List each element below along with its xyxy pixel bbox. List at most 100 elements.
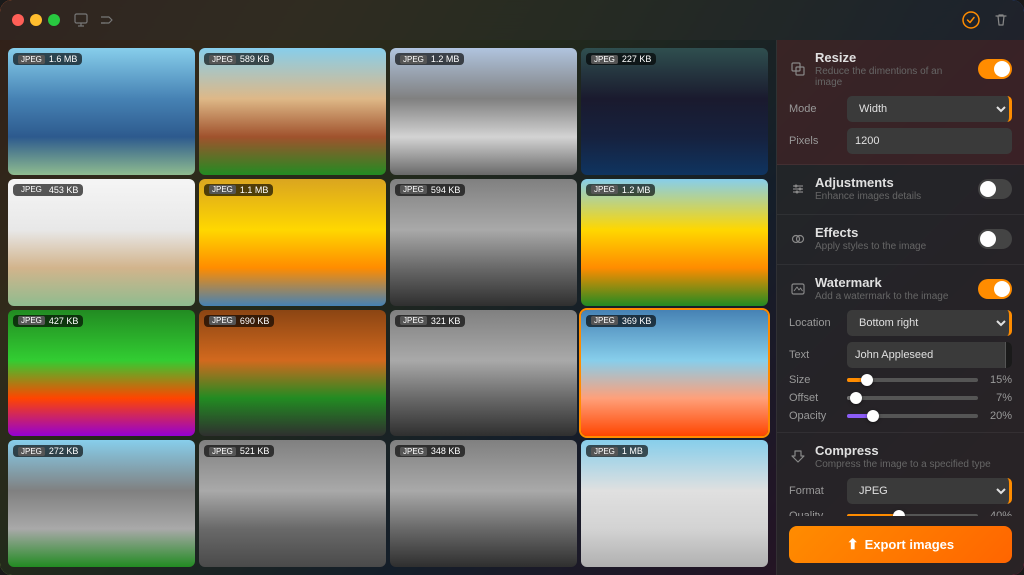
compress-icon (789, 448, 807, 466)
watermark-text-input-wrap (847, 342, 1012, 368)
image-badge: JPEG453 KB (13, 184, 83, 196)
effects-title-wrap: Effects Apply styles to the image (815, 225, 970, 252)
image-cell[interactable]: JPEG453 KB (8, 179, 195, 306)
trash-icon[interactable] (990, 9, 1012, 31)
watermark-text-color-swatch[interactable] (1005, 342, 1012, 368)
image-badge: JPEG594 KB (395, 184, 465, 196)
watermark-offset-value: 7% (984, 392, 1012, 404)
watermark-title-wrap: Watermark Add a watermark to the image (815, 275, 970, 302)
watermark-size-slider[interactable] (847, 378, 978, 382)
resize-pixels-input[interactable] (847, 128, 1012, 154)
image-cell[interactable]: JPEG1 MB (581, 440, 768, 567)
main-area: JPEG1.6 MBJPEG589 KBJPEG1.2 MBJPEG227 KB… (0, 40, 1024, 575)
watermark-text-input[interactable] (847, 349, 1005, 361)
maximize-button[interactable] (48, 14, 60, 26)
app-content: JPEG1.6 MBJPEG589 KBJPEG1.2 MBJPEG227 KB… (0, 0, 1024, 575)
adjustments-toggle-knob (980, 181, 996, 197)
image-badge: JPEG690 KB (204, 315, 274, 327)
watermark-size-value: 15% (984, 374, 1012, 386)
image-badge: JPEG1.6 MB (13, 53, 82, 65)
image-badge: JPEG589 KB (204, 53, 274, 65)
compress-quality-knob[interactable] (893, 510, 905, 516)
watermark-subtitle: Add a watermark to the image (815, 291, 970, 302)
adjustments-header: Adjustments Enhance images details (789, 175, 1012, 202)
watermark-size-row: Size 15% (789, 374, 1012, 386)
resize-toggle-knob (994, 61, 1010, 77)
image-cell[interactable]: JPEG 348 KB (390, 440, 577, 567)
image-size-badge: 1.2 MB (622, 185, 651, 195)
watermark-location-select[interactable]: Bottom right Bottom left Top right Top l… (847, 310, 1012, 336)
image-size-badge: 594 KB (431, 185, 461, 195)
resize-toggle[interactable] (978, 59, 1012, 79)
image-size-badge: 521 KB (240, 446, 270, 456)
watermark-section: Watermark Add a watermark to the image L… (777, 265, 1024, 433)
image-badge: JPEG272 KB (13, 445, 83, 457)
watermark-icon (789, 280, 807, 298)
watermark-opacity-knob[interactable] (867, 410, 879, 422)
watermark-size-knob[interactable] (861, 374, 873, 386)
image-size-badge: 690 KB (240, 316, 270, 326)
watermark-toggle[interactable] (978, 279, 1012, 299)
image-format-badge: JPEG (591, 316, 618, 325)
compress-format-label: Format (789, 485, 841, 497)
resize-mode-select[interactable]: Width Height Long Edge (847, 96, 1012, 122)
resize-title-wrap: Resize Reduce the dimentions of an image (815, 50, 970, 88)
watermark-opacity-row: Opacity 20% (789, 410, 1012, 422)
image-cell[interactable]: JPEG272 KB (8, 440, 195, 567)
check-icon[interactable] (960, 9, 982, 31)
image-size-badge: 321 KB (431, 316, 461, 326)
compress-section: Compress Compress the image to a specifi… (777, 433, 1024, 516)
image-cell[interactable]: JPEG 369 KB (581, 310, 768, 437)
image-cell[interactable]: JPEG1.6 MB (8, 48, 195, 175)
resize-pixels-label: Pixels (789, 135, 841, 147)
adjustments-title-wrap: Adjustments Enhance images details (815, 175, 970, 202)
compress-subtitle: Compress the image to a specified type (815, 459, 1012, 470)
close-button[interactable] (12, 14, 24, 26)
image-cell[interactable]: JPEG690 KB (199, 310, 386, 437)
watermark-controls: Location Bottom right Bottom left Top ri… (789, 310, 1012, 422)
image-size-badge: 348 KB (431, 446, 461, 456)
monitor-icon[interactable] (72, 11, 90, 29)
shuffle-icon[interactable] (98, 11, 116, 29)
image-format-badge: JPEG (209, 55, 236, 64)
image-format-badge: JPEG (209, 447, 236, 456)
export-button[interactable]: ⬆ Export images (789, 526, 1012, 563)
watermark-toggle-knob (994, 281, 1010, 297)
image-badge: JPEG427 KB (13, 315, 83, 327)
image-badge: JPEG1.2 MB (395, 53, 464, 65)
sidebar: Resize Reduce the dimentions of an image… (776, 40, 1024, 575)
watermark-opacity-slider[interactable] (847, 414, 978, 418)
watermark-location-label: Location (789, 317, 841, 329)
app-window: JPEG1.6 MBJPEG589 KBJPEG1.2 MBJPEG227 KB… (0, 0, 1024, 575)
image-cell[interactable]: JPEG589 KB (199, 48, 386, 175)
minimize-button[interactable] (30, 14, 42, 26)
image-cell[interactable]: JPEG 521 KB (199, 440, 386, 567)
effects-toggle-knob (980, 231, 996, 247)
image-cell[interactable]: JPEG1.1 MB (199, 179, 386, 306)
watermark-offset-slider[interactable] (847, 396, 978, 400)
image-cell[interactable]: JPEG427 KB (8, 310, 195, 437)
image-cell[interactable]: JPEG594 KB (390, 179, 577, 306)
image-cell[interactable]: JPEG1.2 MB (390, 48, 577, 175)
image-badge: JPEG 348 KB (395, 445, 465, 457)
adjustments-toggle[interactable] (978, 179, 1012, 199)
compress-quality-slider[interactable] (847, 514, 978, 516)
image-size-badge: 227 KB (622, 54, 652, 64)
resize-header: Resize Reduce the dimentions of an image (789, 50, 1012, 88)
watermark-offset-knob[interactable] (850, 392, 862, 404)
effects-toggle[interactable] (978, 229, 1012, 249)
effects-title: Effects (815, 225, 970, 240)
image-cell[interactable]: JPEG1.2 MB (581, 179, 768, 306)
image-size-badge: 1.2 MB (431, 54, 460, 64)
image-cell[interactable]: JPEG 321 KB (390, 310, 577, 437)
adjustments-subtitle: Enhance images details (815, 191, 970, 202)
image-badge: JPEG 321 KB (395, 315, 465, 327)
image-format-badge: JPEG (400, 447, 427, 456)
image-size-badge: 453 KB (49, 185, 79, 195)
effects-icon (789, 230, 807, 248)
image-size-badge: 369 KB (622, 316, 652, 326)
image-format-badge: JPEG (400, 316, 427, 325)
effects-header: Effects Apply styles to the image (789, 225, 1012, 252)
image-cell[interactable]: JPEG227 KB (581, 48, 768, 175)
compress-format-select[interactable]: JPEG PNG WebP HEIC (847, 478, 1012, 504)
